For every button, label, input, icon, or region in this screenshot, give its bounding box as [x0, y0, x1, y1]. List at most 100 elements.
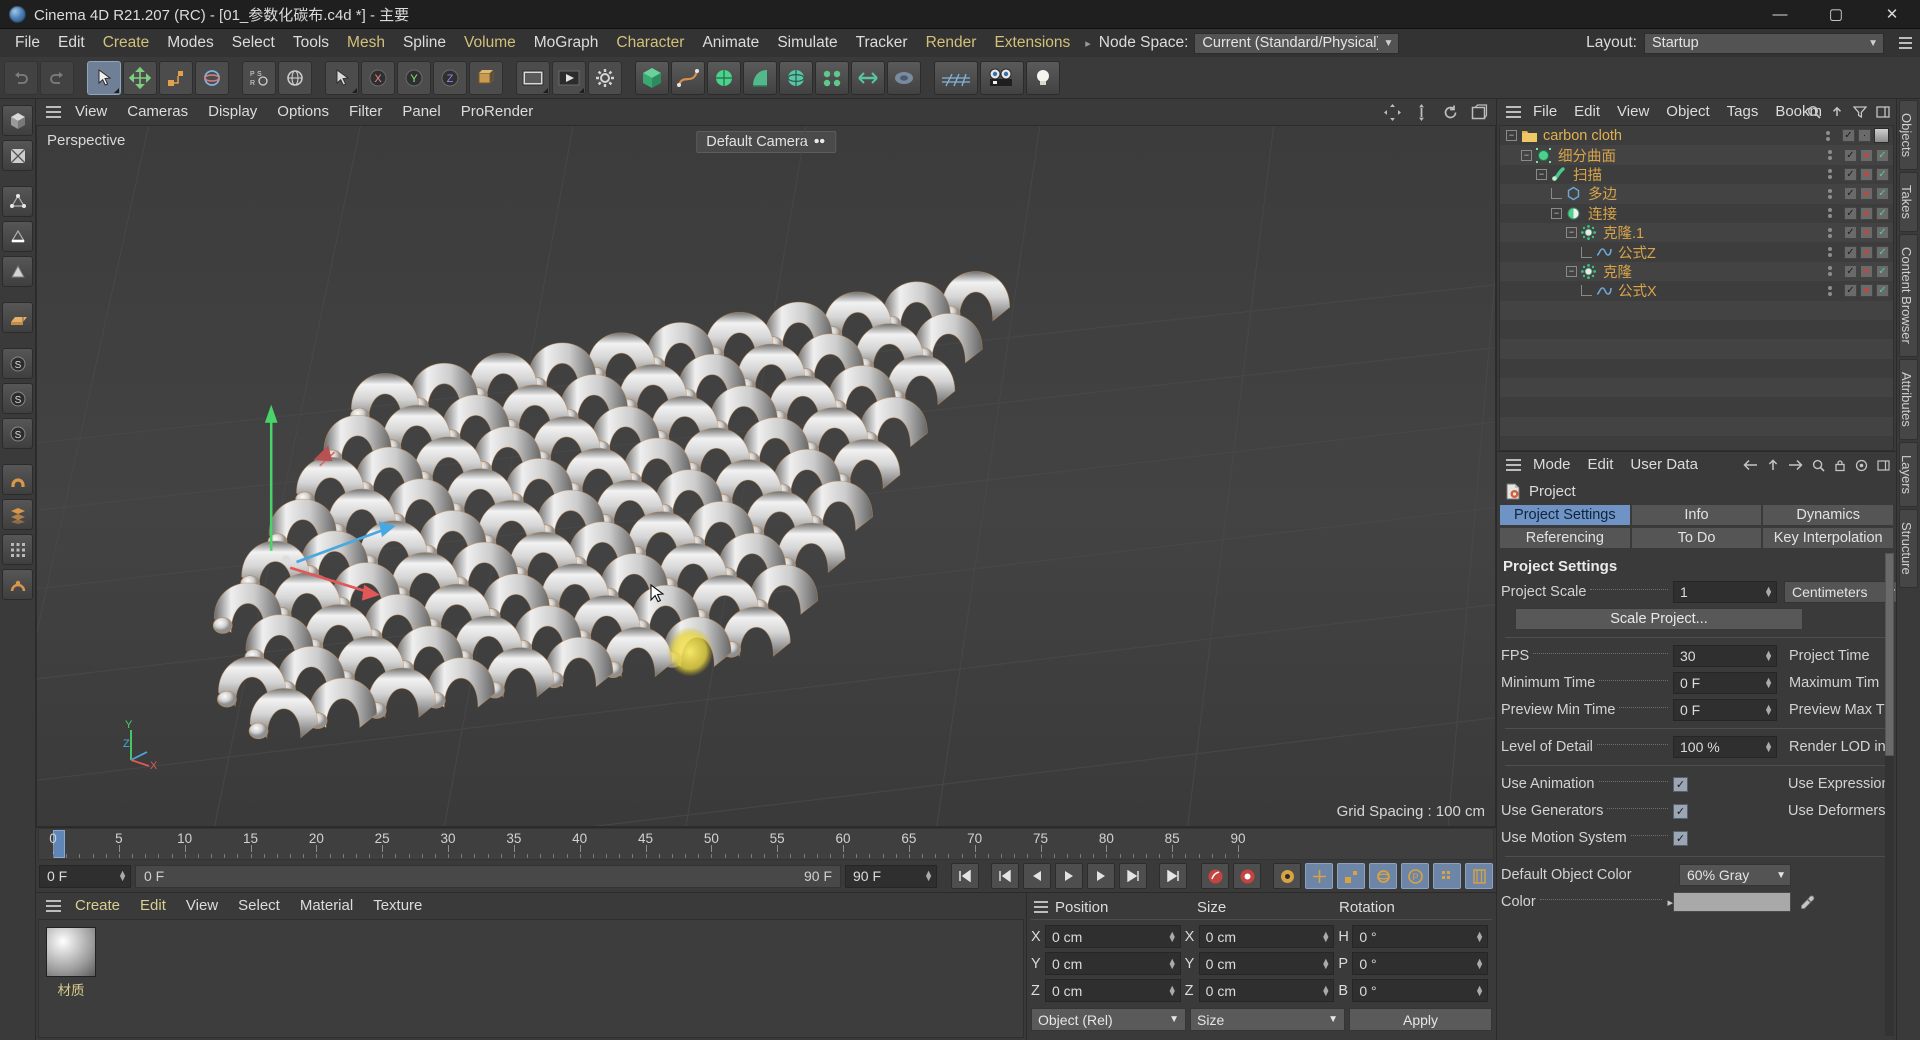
tag-green-indicator[interactable]: ✓ [1876, 167, 1889, 181]
camera-button[interactable] [980, 60, 1024, 95]
enable-checkbox[interactable]: ✓ [1844, 245, 1857, 259]
enable-checkbox[interactable]: ✓ [1842, 129, 1855, 143]
redo-button[interactable] [40, 60, 74, 95]
object-tree-row[interactable]: − 细分曲面 ✓ ● ✓ [1500, 145, 1893, 165]
enable-checkbox[interactable]: ✓ [1844, 187, 1857, 201]
object-tree-row[interactable]: 公式X ✓ ● ✓ [1500, 281, 1893, 300]
menu-simulate[interactable]: Simulate [768, 29, 846, 57]
filter-icon[interactable] [1853, 105, 1867, 119]
viewport-menu-filter[interactable]: Filter [340, 99, 391, 125]
material-list[interactable]: 材质 [38, 919, 1024, 1038]
material-menu-material[interactable]: Material [291, 893, 362, 919]
prev-frame-button[interactable] [1023, 863, 1051, 889]
fullscreen-icon[interactable] [1471, 103, 1488, 121]
menu-mesh[interactable]: Mesh [338, 29, 394, 57]
stepper-icon[interactable]: ▲ ▼ [1168, 929, 1177, 943]
tag-red-indicator[interactable]: ● [1860, 245, 1873, 259]
lock-z-axis-button[interactable]: Z [433, 60, 467, 95]
tab-info[interactable]: Info [1630, 504, 1763, 526]
am-menu-edit[interactable]: Edit [1580, 452, 1622, 478]
visibility-dots[interactable] [1825, 266, 1834, 277]
color-swatch[interactable] [1673, 892, 1791, 912]
zoom-icon[interactable] [1413, 103, 1430, 121]
visibility-dots[interactable] [1825, 169, 1834, 180]
close-button[interactable]: ✕ [1864, 0, 1920, 29]
model-mode-icon[interactable] [2, 105, 33, 136]
param-key-button[interactable]: P [1401, 863, 1429, 889]
object-tree-empty-row[interactable] [1500, 359, 1893, 378]
play-button[interactable] [1055, 863, 1083, 889]
stepper-icon[interactable]: ▲ ▼ [1475, 983, 1484, 997]
material-item[interactable]: 材质 [46, 927, 96, 999]
object-tree-empty-row[interactable] [1500, 339, 1893, 359]
viewport-menu-options[interactable]: Options [268, 99, 338, 125]
up-icon[interactable] [1830, 105, 1844, 119]
object-tree-empty-row[interactable] [1500, 320, 1893, 339]
tag-green-indicator[interactable]: ✓ [1876, 264, 1889, 278]
maximize-button[interactable]: ▢ [1808, 0, 1864, 29]
project-scale-input[interactable]: 1 ▲ ▼ [1673, 581, 1777, 603]
tag-green-indicator[interactable]: ✓ [1876, 284, 1889, 298]
stepper-icon[interactable]: ▲ ▼ [1168, 956, 1177, 970]
enable-checkbox[interactable]: ✓ [1844, 167, 1857, 181]
material-menu-create[interactable]: Create [66, 893, 129, 919]
next-key-button[interactable] [1119, 863, 1147, 889]
object-tree-empty-row[interactable] [1500, 378, 1893, 398]
viewport-menu-prorender[interactable]: ProRender [452, 99, 543, 125]
object-tree-row[interactable]: − 克隆 ✓ ● ✓ [1500, 261, 1893, 282]
coord-pos-z-input[interactable]: 0 cm ▲ ▼ [1045, 979, 1181, 1002]
visibility-dots[interactable] [1825, 188, 1834, 199]
tag-green-indicator[interactable]: ✓ [1876, 226, 1889, 240]
eyedropper-icon[interactable] [1799, 894, 1816, 911]
object-tree-empty-row[interactable] [1500, 416, 1893, 437]
tab-project-settings[interactable]: Project Settings [1499, 504, 1631, 526]
coord-rot-b-input[interactable]: 0 ° ▲ ▼ [1352, 979, 1489, 1002]
go-to-start-button[interactable] [951, 863, 979, 889]
coord-mode-select[interactable]: Object (Rel) ▼ [1031, 1008, 1186, 1031]
position-key-button[interactable] [1305, 863, 1333, 889]
polygon-mode-icon[interactable] [2, 256, 33, 287]
spline-pen-button[interactable] [671, 60, 705, 95]
tag-green-indicator[interactable]: ✓ [1876, 148, 1889, 162]
cursor-arrow-button[interactable] [325, 60, 359, 95]
environment-button[interactable] [779, 60, 813, 95]
next-frame-button[interactable] [1087, 863, 1115, 889]
lock-icon[interactable] [1834, 459, 1846, 472]
expander-collapse-icon[interactable]: − [1566, 227, 1577, 239]
stepper-icon[interactable]: ▲ ▼ [1321, 956, 1330, 970]
tag-indicator[interactable]: · [1858, 129, 1871, 143]
object-tree-row[interactable]: − 扫描 ✓ ● ✓ [1500, 165, 1893, 184]
menu-render[interactable]: Render [917, 29, 986, 57]
timeline-ruler[interactable]: 0 5 10 15 20 25 30 35 40 45 50 55 60 65 70 75 80 85 90 [38, 828, 1494, 860]
stepper-icon[interactable]: ▲ ▼ [1475, 956, 1484, 970]
object-tree-row[interactable]: − 连接 ✓ ● ✓ [1500, 204, 1893, 223]
tab-referencing[interactable]: Referencing [1499, 527, 1631, 549]
tab-todo[interactable]: To Do [1630, 527, 1763, 549]
preview-range-bar[interactable]: 0 F 90 F [135, 864, 841, 888]
enable-checkbox[interactable]: ✓ [1844, 284, 1857, 298]
rail-tab-layers[interactable]: Layers [1899, 441, 1918, 507]
menu-overflow-arrow-icon[interactable]: ▸ [1083, 37, 1093, 50]
current-frame-field[interactable]: 0 F ▲ ▼ [39, 864, 131, 888]
panel-icon[interactable] [1877, 459, 1890, 472]
stepper-icon[interactable]: ▲ ▼ [1321, 983, 1330, 997]
object-tree-row[interactable]: 公式Z ✓ ● ✓ [1500, 242, 1893, 262]
bend-deformer-button[interactable] [743, 60, 777, 95]
preview-min-time-input[interactable]: 0 F ▲ ▼ [1673, 699, 1777, 721]
use-motion-system-checkbox[interactable]: ✓ [1673, 830, 1688, 846]
menubar-hamburger-icon[interactable] [1896, 37, 1914, 49]
render-settings-button[interactable] [588, 60, 622, 95]
render-view-button[interactable] [516, 60, 550, 95]
use-animation-checkbox[interactable]: ✓ [1673, 776, 1688, 792]
tag-red-indicator[interactable]: ● [1860, 284, 1873, 298]
expander-collapse-icon[interactable]: − [1506, 130, 1517, 142]
attribute-scrollbar[interactable] [1885, 553, 1894, 1036]
expander-collapse-icon[interactable]: − [1521, 149, 1532, 161]
apply-button[interactable]: Apply [1349, 1008, 1492, 1031]
hamburger-icon[interactable] [1502, 452, 1524, 478]
viewport-menu-cameras[interactable]: Cameras [118, 99, 197, 125]
am-menu-user-data[interactable]: User Data [1622, 452, 1706, 478]
visibility-dots[interactable] [1825, 285, 1834, 296]
panel-icon[interactable] [1876, 105, 1890, 119]
enable-checkbox[interactable]: ✓ [1844, 226, 1857, 240]
